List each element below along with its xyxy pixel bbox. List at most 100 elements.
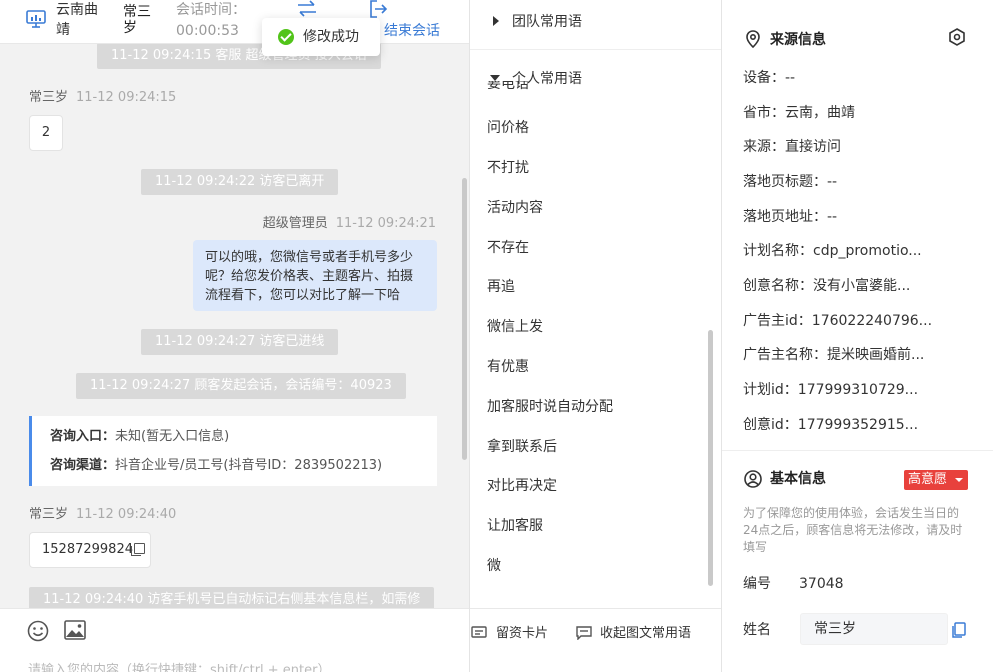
settings-icon[interactable] <box>948 28 966 46</box>
source-info-title: 来源信息 <box>770 32 826 48</box>
message-meta: 常三岁 11-12 09:24:40 <box>29 506 176 524</box>
system-message: 11-12 09:24:22 访客已离开 <box>141 169 339 195</box>
entry-value: 未知(暂无入口信息) <box>115 429 230 444</box>
name-label: 姓名 <box>743 622 771 638</box>
field-label: 创意id <box>743 417 798 433</box>
phrase-toolbar: 留资卡片 收起图文常用语 <box>470 608 721 672</box>
phrase-item[interactable]: 有优惠 <box>487 357 529 377</box>
visitor-message: 2 <box>29 115 63 151</box>
divider <box>722 450 993 451</box>
intent-dropdown[interactable]: 高意愿 <box>904 470 968 490</box>
field-label: 落地页地址 <box>743 209 827 225</box>
number-label: 编号 <box>743 576 771 592</box>
group-label: 团队常用语 <box>512 14 582 30</box>
phrases-scrollbar[interactable] <box>708 330 713 586</box>
session-time-label: 会话时间： <box>176 2 246 18</box>
message-time: 11-12 09:24:15 <box>76 90 177 105</box>
field-label: 省市 <box>743 105 785 121</box>
sender-name: 常三岁 <box>29 507 69 522</box>
field-advertiser-name: 广告主名称提米映画婚前... <box>743 345 983 365</box>
edit-notice: 为了保障您的使用体验，会话发生当日的24点之后，顾客信息将无法修改，请及时填写 <box>743 506 963 554</box>
lead-card-button[interactable]: 留资卡片 <box>496 624 548 644</box>
system-message: 11-12 09:24:27 访客已进线 <box>141 329 339 355</box>
entry-label: 咨询入口： <box>50 429 116 444</box>
chat-input-area: 请输入您的内容（换行快捷键：shift/ctrl + enter） <box>0 608 469 672</box>
chat-scrollbar[interactable] <box>462 178 467 460</box>
session-time-value: 00:00:53 <box>176 23 239 39</box>
image-icon[interactable] <box>64 620 86 640</box>
field-label: 计划名称 <box>743 243 813 259</box>
end-session-button[interactable]: 结束会话 <box>384 21 440 41</box>
chat-panel: 云南曲靖 常三岁 会话时间： 00:00:53 结束会话 11-12 09:24… <box>0 0 470 672</box>
field-advertiser-id: 广告主id176022240796... <box>743 311 983 331</box>
user-circle-icon <box>744 470 762 488</box>
channel-label: 咨询渠道： <box>50 458 116 473</box>
number-value: 37048 <box>799 576 844 592</box>
phrase-item[interactable]: 拿到联系后 <box>487 437 557 457</box>
field-value: -- <box>785 70 796 86</box>
phrase-item[interactable]: 问价格 <box>487 118 529 138</box>
copy-icon[interactable] <box>952 622 966 638</box>
copy-icon[interactable] <box>130 543 145 556</box>
field-value: 直接访问 <box>785 139 841 155</box>
field-source: 来源直接访问 <box>743 137 983 157</box>
visitor-name: 常三岁 <box>123 4 151 36</box>
message-line: 呢？给您发价格表、主题客片、拍摄 <box>205 269 414 284</box>
basic-info-title: 基本信息 <box>770 471 826 487</box>
field-value: 提米映画婚前... <box>827 347 925 363</box>
phrase-item[interactable]: 加客服时说自动分配 <box>487 397 613 417</box>
entry-row: 咨询入口：未知(暂无入口信息) <box>50 427 229 447</box>
field-creative-name: 创意名称没有小富婆能... <box>743 276 983 296</box>
field-value: 176022240796... <box>811 313 933 329</box>
field-value: 没有小富婆能... <box>813 278 911 294</box>
field-value: -- <box>827 174 838 190</box>
sender-name: 常三岁 <box>29 90 69 105</box>
field-device: 设备-- <box>743 68 983 88</box>
field-landing-url: 落地页地址-- <box>743 207 983 227</box>
transfer-icon[interactable] <box>296 0 318 18</box>
channel-value: 抖音企业号/员工号(抖音号ID：2839502213) <box>115 458 383 473</box>
message-input[interactable]: 请输入您的内容（换行快捷键：shift/ctrl + enter） <box>28 659 331 672</box>
phrase-item[interactable]: 不打扰 <box>487 158 529 178</box>
system-message: 11-12 09:24:27 顾客发起会话，会话编号：40923 <box>76 373 406 399</box>
phrase-item[interactable]: 微 <box>487 556 501 576</box>
field-landing-title: 落地页标题-- <box>743 172 983 192</box>
phrase-item[interactable]: 不存在 <box>487 238 529 258</box>
channel-row: 咨询渠道：抖音企业号/员工号(抖音号ID：2839502213) <box>50 456 382 476</box>
name-input[interactable]: 常三岁 <box>800 613 948 645</box>
phrase-item[interactable]: 活动内容 <box>487 198 543 218</box>
field-plan-name: 计划名称cdp_promotio... <box>743 241 983 261</box>
field-label: 计划id <box>743 382 798 398</box>
visitor-region: 云南曲靖 <box>56 2 98 38</box>
location-icon <box>746 30 760 48</box>
field-value: cdp_promotio... <box>813 243 922 259</box>
message-meta: 常三岁 11-12 09:24:15 <box>29 89 176 107</box>
message-time: 11-12 09:24:40 <box>76 507 177 522</box>
phrase-item[interactable]: 微信上发 <box>487 317 543 337</box>
message-line: 可以的哦，您微信号或者手机号多少 <box>205 250 414 265</box>
field-value: 177999310729... <box>797 382 919 398</box>
check-circle-icon <box>278 29 294 45</box>
end-session-icon[interactable] <box>368 0 388 18</box>
field-value: 云南，曲靖 <box>785 105 855 121</box>
success-toast: 修改成功 <box>262 18 380 56</box>
phrase-item[interactable]: 让加客服 <box>487 516 543 536</box>
field-label: 落地页标题 <box>743 174 827 190</box>
emoji-icon[interactable] <box>27 620 49 642</box>
phrase-item[interactable]: 对比再决定 <box>487 476 557 496</box>
card-icon <box>471 626 487 638</box>
consult-entry-card: 咨询入口：未知(暂无入口信息) 咨询渠道：抖音企业号/员工号(抖音号ID：283… <box>29 416 437 486</box>
agent-message: 可以的哦，您微信号或者手机号多少 呢？给您发价格表、主题客片、拍摄 流程看下，您… <box>193 240 437 311</box>
field-creative-id: 创意id177999352915... <box>743 415 983 435</box>
collapse-phrases-button[interactable]: 收起图文常用语 <box>600 624 691 644</box>
visitor-message: 15287299824 <box>29 532 151 568</box>
toast-message: 修改成功 <box>303 29 359 45</box>
phone-number: 15287299824 <box>42 542 133 557</box>
team-phrases-group[interactable]: 团队常用语 <box>470 0 721 46</box>
caret-down-icon <box>955 478 963 482</box>
field-label: 设备 <box>743 70 785 86</box>
phrase-item[interactable]: 再追 <box>487 277 515 297</box>
phrase-item[interactable]: 要电话 <box>487 81 529 91</box>
customer-info-panel: 来源信息 设备-- 省市云南，曲靖 来源直接访问 落地页标题-- 落地页地址--… <box>722 0 993 672</box>
message-time: 11-12 09:24:21 <box>335 216 436 231</box>
